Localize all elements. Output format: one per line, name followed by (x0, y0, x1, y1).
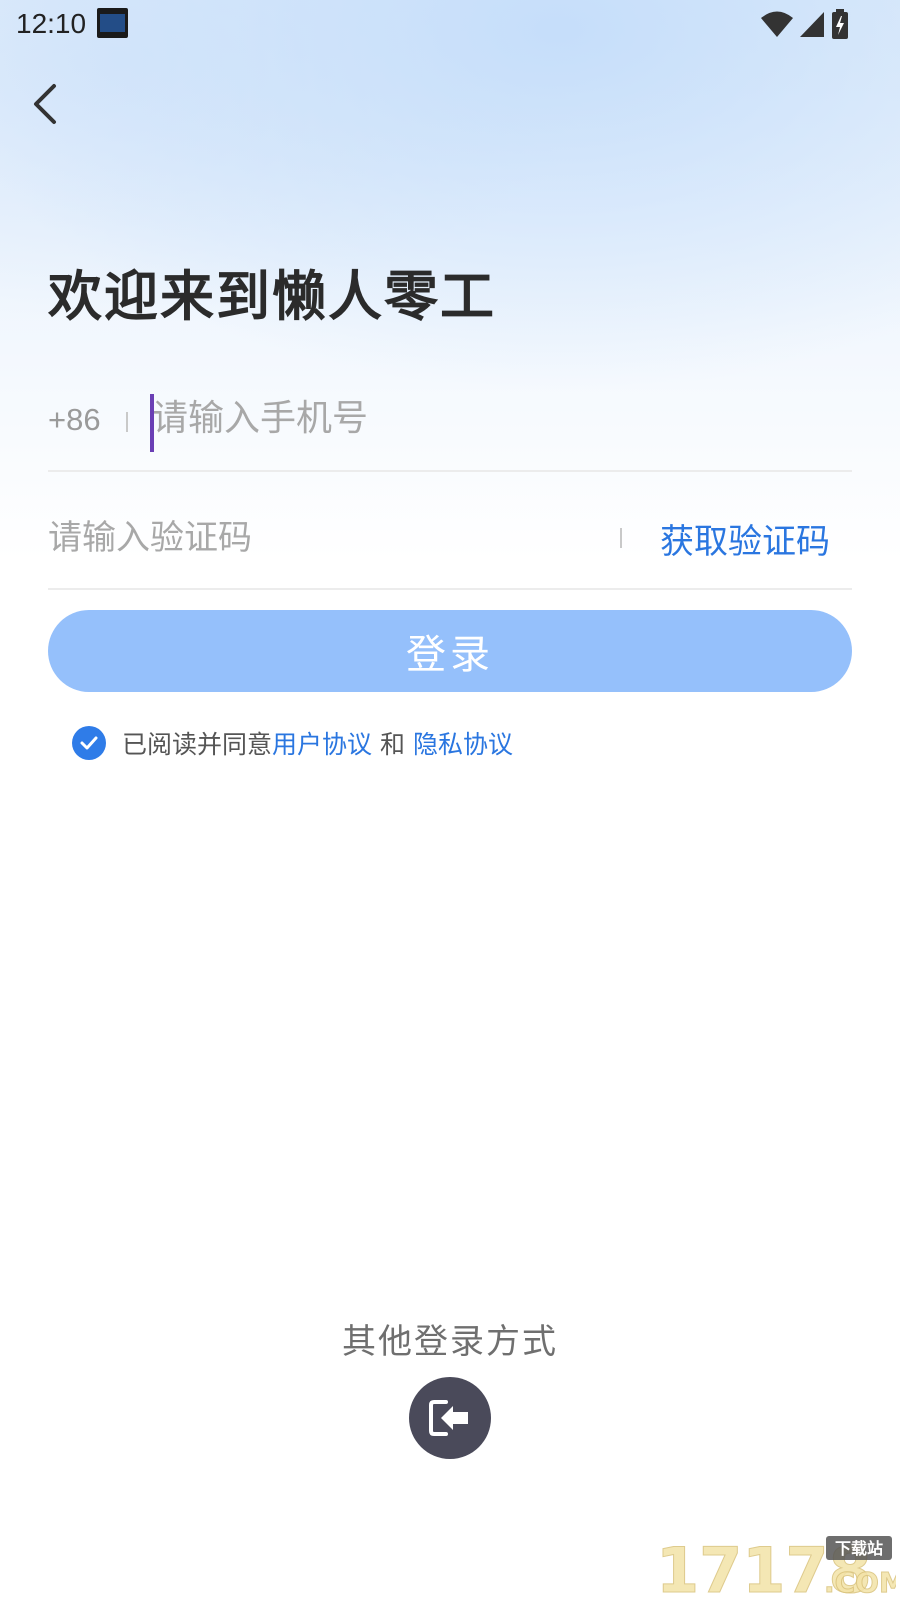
login-button[interactable]: 登录 (48, 610, 852, 692)
status-icons (760, 8, 850, 40)
cellular-signal-icon (800, 12, 824, 37)
verification-code-row: 获取验证码 (48, 498, 852, 590)
site-watermark-logo: 17178 下载站 .COM (656, 1534, 896, 1596)
login-button-label: 登录 (406, 632, 494, 678)
wifi-icon (761, 11, 793, 37)
sign-in-icon (429, 1400, 468, 1436)
code-divider (620, 528, 622, 548)
agreement-checkbox[interactable] (72, 726, 106, 760)
privacy-policy-link[interactable]: 隐私协议 (413, 725, 513, 761)
country-code[interactable]: +86 (48, 402, 101, 438)
watermark-domain: .COM (824, 1566, 896, 1596)
status-bar: 12:10 (0, 0, 900, 50)
watermark-sub: 下载站 (835, 1539, 883, 1558)
check-icon (80, 736, 98, 750)
agreement-prefix: 已阅读并同意 (122, 730, 273, 759)
back-button[interactable] (22, 78, 70, 130)
agreement-row: 已阅读并同意 用户协议 和 隐私协议 (72, 725, 513, 761)
battery-charging-icon (832, 9, 848, 39)
other-login-title: 其他登录方式 (342, 1322, 558, 1362)
page-title: 欢迎来到懒人零工 (48, 265, 496, 328)
country-code-divider (126, 412, 128, 432)
phone-row: +86 (48, 380, 852, 472)
get-code-button[interactable]: 获取验证码 (660, 514, 830, 563)
login-page: 12:10 欢迎来到懒人零工 +86 请输入手机号 请输入验证码 获取验证码 登… (0, 0, 900, 1600)
user-agreement-link[interactable]: 用户协议 (272, 725, 372, 761)
status-time: 12:10 (16, 8, 87, 39)
phone-input[interactable] (150, 388, 842, 448)
agreement-and: 和 (380, 730, 406, 759)
verification-code-input[interactable] (48, 508, 568, 568)
chevron-left-icon (34, 84, 56, 124)
other-login-button[interactable] (409, 1377, 491, 1459)
clock-app-notification-icon (97, 8, 128, 38)
text-cursor (150, 394, 154, 452)
